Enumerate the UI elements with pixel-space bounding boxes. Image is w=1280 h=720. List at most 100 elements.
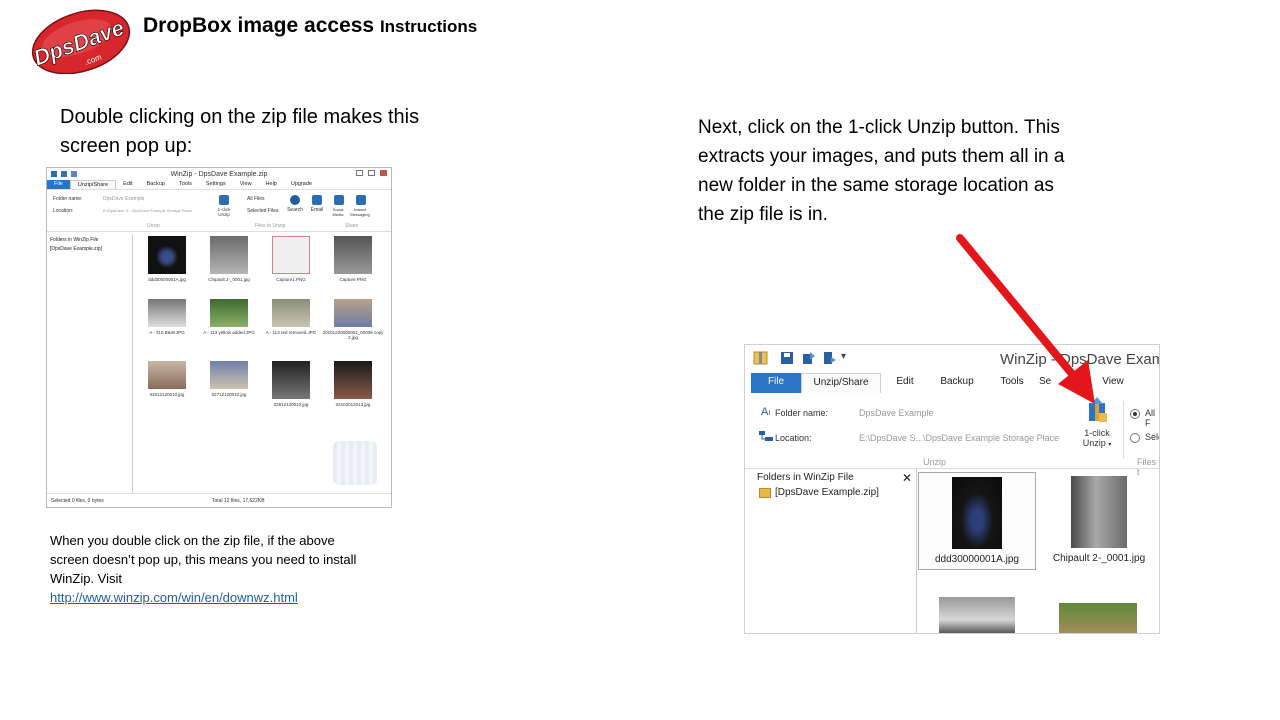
mini-tab-view: View — [239, 181, 252, 187]
file-item: 02712120010.jpg — [197, 361, 261, 397]
dpsdave-logo: DpsDave .com — [30, 9, 131, 74]
file-item: 02012120010.jpg — [135, 361, 199, 397]
screenshot-thumbnail — [272, 236, 310, 274]
photo-thumbnail — [334, 299, 372, 327]
one-click-unzip-button[interactable]: 1-click Unzip ▾ — [1075, 395, 1119, 455]
winzip-screenshot-zoomed: ▾ WinZip - DpsDave Example File Unzip/Sh… — [744, 344, 1160, 634]
file-item: 02102012013.jpg — [321, 361, 385, 407]
window-controls — [356, 170, 387, 176]
tab-file[interactable]: File — [751, 373, 801, 393]
tab-edit[interactable]: Edit — [881, 373, 929, 393]
file-item[interactable]: ddd30000001A.jpg — [918, 472, 1036, 570]
install-note-text: When you double click on the zip file, i… — [50, 533, 357, 586]
file-name: 02102012013.jpg — [335, 402, 371, 407]
winzip-watermark — [333, 441, 377, 485]
all-files-label: All F — [1145, 408, 1156, 428]
file-name: 02712120010.jpg — [211, 392, 247, 397]
photo-thumbnail — [148, 236, 186, 274]
zoom-window-title: WinZip - DpsDave Example — [1000, 351, 1159, 368]
mini-tab-backup: Backup — [146, 181, 165, 187]
mini-folder-name-label: Folder name: — [53, 196, 83, 202]
mini-search: Search — [287, 207, 303, 213]
file-name: 02012120010.jpg — [149, 392, 185, 397]
photo-thumbnail — [272, 299, 310, 327]
file-name: Capture.PNG — [339, 277, 367, 282]
mini-all-files: All Files — [247, 196, 265, 202]
folder-name-field[interactable]: DpsDave Example — [859, 408, 934, 418]
mini-tab-file: File — [47, 180, 70, 189]
share-icon — [803, 352, 815, 364]
winzip-screenshot-small: WinZip - DpsDave Example.zip File Unzip/… — [46, 167, 392, 508]
mini-tab-unzip-share: Unzip/Share — [69, 180, 117, 189]
file-item: 03812120010.jpg — [259, 361, 323, 407]
mini-email: Email — [310, 207, 324, 213]
mini-group-unzip: Unzip — [147, 223, 160, 229]
unzip-icon — [1089, 397, 1107, 422]
file-name: A - 113 yellow added.JPG — [203, 330, 255, 335]
mini-window-title: WinZip - DpsDave Example.zip — [170, 170, 268, 178]
unzip-small-icon — [824, 352, 836, 364]
file-name: Chipault 2-_0001.jpg — [208, 277, 250, 282]
mini-side-header: Folders in WinZip File — [50, 237, 99, 243]
tab-unzip-share[interactable]: Unzip/Share — [801, 373, 881, 393]
minimize-icon — [356, 170, 363, 176]
file-name: Capture1.PNG — [276, 277, 306, 282]
status-total: Total 12 files, 17,622KB — [212, 498, 265, 504]
photo-thumbnail — [210, 361, 248, 389]
unzip-icon — [219, 195, 229, 205]
file-item: A - 113 yellow added.JPG — [197, 299, 261, 335]
mini-tab-help: Help — [265, 181, 277, 187]
status-selected: Selected 0 files, 0 bytes — [51, 498, 104, 504]
zoom-ribbon: AI Folder name: DpsDave Example Location… — [745, 393, 1159, 477]
file-item: A - 113 red removed.JPG — [259, 299, 323, 335]
file-item: Chipault 2-_0001.jpg — [197, 236, 261, 282]
zoom-titlebar: ▾ WinZip - DpsDave Example — [745, 345, 1159, 373]
install-note: When you double click on the zip file, i… — [50, 531, 370, 607]
photo-thumbnail — [210, 236, 248, 274]
title-main: DropBox image access — [143, 14, 375, 37]
close-icon — [380, 170, 387, 176]
tab-backup[interactable]: Backup — [929, 373, 985, 393]
mini-instant-messaging: Instant Messaging — [350, 207, 370, 217]
search-icon — [290, 195, 300, 205]
close-pane-icon[interactable]: ✕ — [902, 471, 912, 485]
mini-selected-files: Selected Files — [247, 208, 279, 214]
file-name: ddd30000001A.jpg — [148, 277, 186, 282]
mini-titlebar: WinZip - DpsDave Example.zip — [47, 168, 391, 180]
ribbon-separator — [1123, 401, 1124, 459]
location-field[interactable]: E:\DpsDave S...\DpsDave Example Storage … — [859, 433, 1059, 443]
mini-tab-settings: Settings — [205, 181, 226, 187]
intro-text: Double clicking on the zip file makes th… — [60, 106, 420, 157]
mini-tab-tools: Tools — [179, 181, 192, 187]
folder-pane-header: Folders in WinZip File — [757, 472, 854, 483]
mini-location-label: Location: — [53, 208, 74, 214]
unzip-label-line2: Unzip ▾ — [1082, 438, 1112, 448]
zip-folder-label: [DpsDave Example.zip] — [775, 487, 879, 498]
file-name: 20101220000001_00009 copy 2.jpg — [322, 330, 384, 340]
folder-pane: Folders in WinZip File ✕ [DpsDave Exampl… — [751, 469, 917, 633]
mini-unzip-button: 1-click Unzip — [217, 207, 231, 217]
photo-thumbnail — [952, 477, 1002, 549]
mini-group-files-to-unzip: Files to Unzip — [255, 223, 286, 229]
photo-thumbnail — [1071, 476, 1127, 548]
all-files-radio[interactable] — [1130, 409, 1140, 419]
tab-settings[interactable]: Se — [1039, 373, 1093, 393]
selected-files-radio[interactable] — [1130, 433, 1140, 443]
file-name: A - 113 red removed.JPG — [265, 330, 317, 335]
instant-messaging-icon — [356, 195, 366, 205]
tab-view[interactable]: View — [1093, 373, 1133, 393]
mini-status-bar: Selected 0 files, 0 bytes Total 12 files… — [47, 493, 391, 507]
save-icon — [781, 352, 793, 364]
file-item: Capture.PNG — [321, 236, 385, 282]
customize-toolbar-icon[interactable]: ▾ — [841, 351, 846, 362]
selected-files-label: Sele — [1145, 432, 1159, 442]
photo-thumbnail — [1059, 603, 1137, 633]
folder-name-label: Folder name: — [775, 408, 829, 418]
tab-tools[interactable]: Tools — [985, 373, 1039, 393]
zip-folder-item[interactable]: [DpsDave Example.zip] — [759, 487, 879, 498]
file-item[interactable]: Chipault 2-_0001.jpg — [1040, 472, 1158, 570]
zip-folder-icon — [759, 487, 771, 498]
mini-tab-upgrade: Upgrade — [290, 181, 312, 187]
winzip-download-link[interactable]: http://www.winzip.com/win/en/downwz.html — [50, 588, 370, 607]
photo-thumbnail — [210, 299, 248, 327]
